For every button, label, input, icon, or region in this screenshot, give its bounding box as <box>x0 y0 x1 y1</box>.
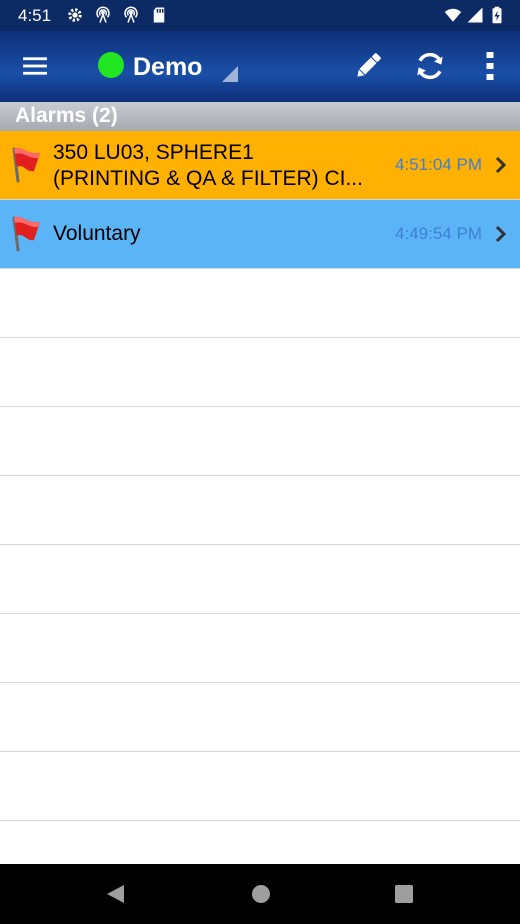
red-flag-icon <box>12 216 40 252</box>
empty-list-row <box>0 269 520 338</box>
alarm-row[interactable]: Voluntary 4:49:54 PM <box>0 200 520 269</box>
back-icon[interactable] <box>104 883 126 905</box>
menu-icon[interactable] <box>22 53 48 79</box>
connection-status-dot <box>98 52 124 78</box>
section-title: Alarms (2) <box>15 104 118 127</box>
alarm-time: 4:49:54 PM <box>395 224 482 243</box>
empty-list-row <box>0 338 520 407</box>
recents-icon[interactable] <box>394 884 414 904</box>
hotspot-icon <box>96 6 110 23</box>
alarm-title-line1: Voluntary <box>53 222 141 245</box>
empty-list-row <box>0 545 520 614</box>
system-nav-bar <box>0 864 520 924</box>
more-vert-icon[interactable] <box>478 51 502 81</box>
alarm-row[interactable]: 350 LU03, SPHERE1 (PRINTING & QA & FILTE… <box>0 131 520 200</box>
refresh-icon[interactable] <box>414 50 446 82</box>
signal-icon <box>467 7 483 23</box>
app-bar: Demo <box>0 31 520 102</box>
empty-list-row <box>0 407 520 476</box>
status-bar: 4:51 <box>0 0 520 31</box>
battery-charging-icon <box>492 6 502 24</box>
chevron-right-icon <box>495 156 507 174</box>
wifi-icon <box>444 8 462 22</box>
chevron-right-icon <box>495 225 507 243</box>
empty-list-row <box>0 614 520 683</box>
empty-list-row <box>0 752 520 821</box>
alarm-list: 350 LU03, SPHERE1 (PRINTING & QA & FILTE… <box>0 131 520 890</box>
alarms-section-header: Alarms (2) <box>0 102 520 131</box>
home-icon[interactable] <box>250 883 272 905</box>
alarm-title-line2: (PRINTING & QA & FILTER) CI... <box>53 167 363 190</box>
hotspot-icon-2 <box>124 6 138 23</box>
settings-icon <box>68 8 82 22</box>
status-time: 4:51 <box>18 6 52 25</box>
empty-list-row <box>0 476 520 545</box>
alarm-time: 4:51:04 PM <box>395 155 482 174</box>
sd-card-icon <box>153 7 165 23</box>
red-flag-icon <box>12 147 40 183</box>
dropdown-triangle-icon <box>222 66 238 82</box>
alarm-title-line1: 350 LU03, SPHERE1 <box>53 141 254 164</box>
pencil-icon[interactable] <box>352 50 384 82</box>
empty-list-row <box>0 683 520 752</box>
app-title: Demo <box>133 53 203 81</box>
